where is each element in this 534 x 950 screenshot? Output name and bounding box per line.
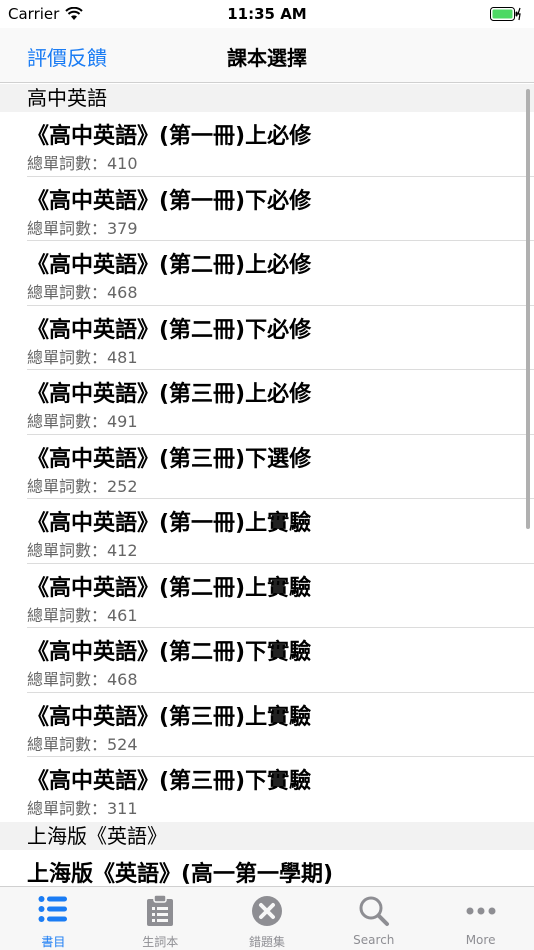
book-title: 《高中英語》(第二冊)下必修: [27, 317, 312, 343]
book-title: 《高中英語》(第二冊)上實驗: [27, 575, 312, 601]
tab-mistakes[interactable]: 錯題集: [214, 887, 321, 950]
scroll-indicator[interactable]: [526, 89, 530, 529]
textbook-list[interactable]: 高中英語 《高中英語》(第一冊)上必修 總單詞數：410 《高中英語》(第一冊)…: [0, 84, 534, 886]
word-count: 總單詞數：491: [27, 412, 138, 431]
word-count: 總單詞數：524: [27, 734, 138, 754]
book-title: 《高中英語》(第一冊)下必修: [27, 188, 312, 214]
navigation-bar: 評價反饋 課本選擇: [0, 28, 534, 83]
tab-label: Search: [353, 933, 395, 947]
list-item[interactable]: 《高中英語》(第二冊)下必修 總單詞數：481: [0, 306, 534, 370]
tab-label: 錯題集: [248, 935, 285, 949]
list-item[interactable]: 《高中英語》(第二冊)上實驗 總單詞數：461: [0, 564, 534, 628]
book-title: 《高中英語》(第一冊)上必修: [27, 124, 312, 149]
list-item[interactable]: 《高中英語》(第三冊)下實驗 總單詞數：311: [0, 757, 534, 822]
tab-vocabulary[interactable]: 生詞本: [107, 887, 214, 950]
status-time: 11:35 AM: [227, 5, 307, 23]
tab-search[interactable]: Search: [320, 887, 427, 950]
more-icon: [465, 895, 497, 931]
list-item[interactable]: 《高中英語》(第二冊)上必修 總單詞數：468: [0, 241, 534, 306]
word-count: 總單詞數：412: [27, 541, 138, 560]
list-icon: [38, 895, 68, 927]
tab-label: 生詞本: [142, 935, 179, 949]
word-count: 總單詞數：468: [27, 670, 138, 689]
book-title: 《高中英語》(第二冊)下實驗: [27, 640, 312, 665]
list-item[interactable]: 上海版《英語》(高一第一學期): [0, 850, 534, 887]
book-title: 《高中英語》(第一冊)上實驗: [27, 511, 312, 536]
book-title: 《高中英語》(第二冊)上必修: [27, 253, 312, 278]
tab-more[interactable]: More: [427, 887, 534, 950]
word-count: 總單詞數：410: [27, 154, 138, 173]
list-item[interactable]: 《高中英語》(第二冊)下實驗 總單詞數：468: [0, 628, 534, 693]
list-item[interactable]: 《高中英語》(第一冊)下必修 總單詞數：379: [0, 177, 534, 241]
book-title: 《高中英語》(第三冊)上必修: [27, 382, 312, 407]
list-item[interactable]: 《高中英語》(第三冊)上必修 總單詞數：491: [0, 370, 534, 435]
search-icon: [358, 895, 390, 931]
book-title: 《高中英語》(第三冊)下選修: [27, 446, 312, 472]
word-count: 總單詞數：311: [27, 799, 138, 818]
status-bar: Carrier 11:35 AM: [0, 0, 534, 28]
list-item[interactable]: 《高中英語》(第一冊)上必修 總單詞數：410: [0, 112, 534, 177]
page-title: 課本選擇: [227, 46, 307, 70]
word-count: 總單詞數：379: [27, 218, 138, 238]
word-count: 總單詞數：461: [27, 605, 138, 625]
battery-icon: [490, 6, 522, 25]
tab-bar: 書目 生詞本 錯題集 Search More: [0, 886, 534, 950]
tab-label: More: [465, 933, 496, 947]
list-item[interactable]: 《高中英語》(第三冊)下選修 總單詞數：252: [0, 435, 534, 499]
book-title: 上海版《英語》(高一第一學期): [27, 861, 334, 887]
section-header: 上海版《英語》: [0, 821, 534, 850]
word-count: 總單詞數：481: [27, 347, 138, 367]
tab-label: 書目: [41, 935, 66, 949]
x-circle-icon: [251, 895, 283, 931]
clipboard-icon: [146, 894, 174, 931]
book-title: 《高中英語》(第三冊)下實驗: [27, 769, 312, 794]
word-count: 總單詞數：252: [27, 476, 138, 496]
section-header: 高中英語: [0, 84, 534, 112]
list-item[interactable]: 《高中英語》(第三冊)上實驗 總單詞數：524: [0, 693, 534, 757]
word-count: 總單詞數：468: [27, 283, 138, 302]
book-title: 《高中英語》(第三冊)上實驗: [27, 704, 312, 730]
list-item[interactable]: 《高中英語》(第一冊)上實驗 總單詞數：412: [0, 499, 534, 564]
tab-books[interactable]: 書目: [0, 887, 107, 950]
